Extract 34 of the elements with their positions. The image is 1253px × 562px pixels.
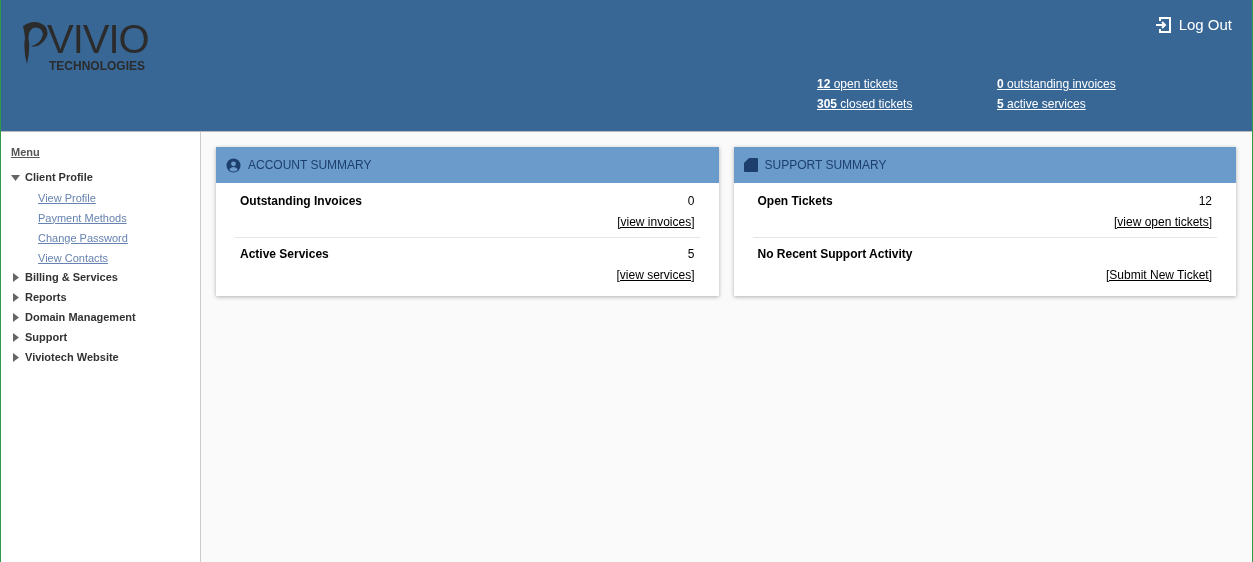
menu-item[interactable]: Support: [25, 329, 68, 346]
menu-title[interactable]: Menu: [11, 144, 200, 161]
row-label: No Recent Support Activity: [757, 246, 913, 263]
stat-link[interactable]: 305 closed tickets: [817, 94, 997, 113]
document-icon: [743, 158, 758, 172]
stat-link[interactable]: 5 active services: [997, 94, 1177, 113]
logout-icon: [1154, 17, 1171, 34]
row-label: Outstanding Invoices: [240, 193, 362, 210]
menu-item[interactable]: Billing & Services: [25, 269, 118, 286]
menu-item[interactable]: Client Profile: [25, 169, 93, 186]
row-link[interactable]: [Submit New Ticket]: [1105, 266, 1212, 284]
panel-title: ACCOUNT SUMMARY: [248, 157, 372, 174]
menu-item[interactable]: Viviotech Website: [25, 349, 119, 366]
row-value: 12: [1198, 193, 1212, 210]
stat-link[interactable]: 0 outstanding invoices: [997, 74, 1177, 93]
row-value: 5: [687, 246, 695, 263]
logo-name: VIVIO: [47, 20, 149, 58]
panel-title: SUPPORT SUMMARY: [764, 157, 887, 174]
row-link[interactable]: [view services]: [616, 266, 695, 284]
row-link[interactable]: [view open tickets]: [1113, 213, 1212, 231]
menu-item[interactable]: Domain Management: [25, 309, 136, 326]
submenu-link[interactable]: Payment Methods: [11, 207, 200, 228]
logout-button[interactable]: Log Out: [1154, 14, 1232, 37]
submenu-link[interactable]: View Contacts: [11, 247, 200, 268]
menu-item[interactable]: Reports: [25, 289, 67, 306]
row-label: Open Tickets: [757, 193, 833, 210]
row-label: Active Services: [240, 246, 329, 263]
stat-link[interactable]: 12 open tickets: [817, 74, 997, 93]
row-value: 0: [687, 193, 695, 210]
logo-subtitle: TECHNOLOGIES: [49, 58, 146, 75]
submenu-link[interactable]: View Profile: [11, 187, 200, 208]
submenu-link[interactable]: Change Password: [11, 227, 200, 248]
user-circle-icon: [226, 157, 241, 173]
row-link[interactable]: [view invoices]: [617, 213, 695, 231]
